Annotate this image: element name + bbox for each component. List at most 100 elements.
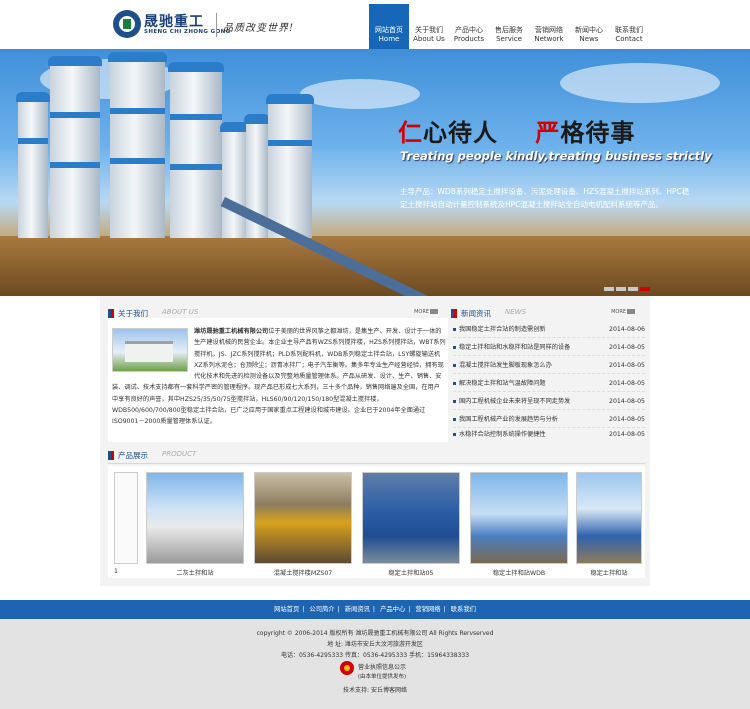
company-name: 潍坊晟驰重工机械有限公司 [194, 328, 269, 335]
main-content: 关于我们 ABOUT US MORE 潍坊晟驰重工机械有限公司位于美丽的世界风筝… [100, 296, 650, 586]
products-title-en: PRODUCT [162, 450, 197, 458]
banner-headline-en: Treating people kindly,treating business… [400, 149, 712, 163]
nav-label-cn: 新闻中心 [575, 26, 603, 34]
nav-label-cn: 网站首页 [375, 26, 403, 34]
nav-label-cn: 关于我们 [415, 26, 443, 34]
news-item-date: 2014-08-06 [609, 326, 645, 333]
nav-about[interactable]: 关于我们 About Us [409, 4, 449, 49]
banner-headline: 仁心待人 严格待事 [398, 113, 635, 148]
carousel-dot[interactable] [604, 287, 614, 291]
news-list: 我国稳定土拌合站的制造需创新 2014-08-06 稳定土拌和站和水稳拌和站是同样… [451, 318, 645, 442]
nav-label-cn: 产品中心 [455, 26, 483, 34]
headline-char: 仁 [398, 118, 423, 147]
product-image [362, 472, 460, 564]
address: 地 址: 潍坊市安丘大汶河旅游开发区 [327, 641, 423, 648]
arrow-icon [627, 309, 635, 314]
bullet-icon [453, 399, 456, 403]
silo-illustration [168, 62, 224, 238]
news-item[interactable]: 混凝土搅拌站发生脚板现象怎么办 2014-08-05 [453, 357, 645, 374]
footer-link-news[interactable]: 新闻资讯 [345, 606, 370, 613]
nav-network[interactable]: 营销网络 Network [529, 4, 569, 49]
product-caption: 1 [114, 568, 118, 575]
nav-label-cn: 营销网络 [535, 26, 563, 34]
product-caption: 稳定土拌和站 [590, 570, 628, 577]
carousel-dot-active[interactable] [640, 287, 650, 291]
products-section-header: 产品展示 PRODUCT [108, 446, 645, 464]
news-item-date: 2014-08-05 [609, 362, 645, 369]
carousel-dot[interactable] [628, 287, 638, 291]
nav-products[interactable]: 产品中心 Products [449, 4, 489, 49]
news-item-date: 2014-08-05 [609, 431, 645, 438]
news-item-date: 2014-08-05 [609, 398, 645, 405]
footer-link-contact[interactable]: 联系我们 [451, 606, 476, 613]
nav-label-cn: 联系我们 [615, 26, 643, 34]
news-item[interactable]: 水稳拌合站控制系统操作便捷性 2014-08-05 [453, 426, 645, 443]
cloud [560, 63, 720, 103]
product-carousel: 1 二灰土拌和站 混凝土搅拌楼MZS07 稳定土拌和站05 稳定土拌和站WDB … [108, 466, 645, 578]
news-item[interactable]: 国内工程机械企业未来将呈现不同走势发 2014-08-05 [453, 393, 645, 410]
news-item-title: 混凝土搅拌站发生脚板现象怎么办 [459, 362, 552, 369]
product-card[interactable]: 二灰土拌和站 [146, 472, 244, 577]
carousel-dot[interactable] [616, 287, 626, 291]
news-item-date: 2014-08-05 [609, 416, 645, 423]
about-title-en: ABOUT US [162, 308, 199, 316]
about-more-link[interactable]: MORE [414, 309, 438, 315]
bullet-icon [453, 417, 456, 421]
footer-link-home[interactable]: 网站首页 [274, 606, 299, 613]
section-marker [454, 309, 457, 318]
product-card[interactable]: 稳定土拌和站 [576, 472, 642, 577]
product-card[interactable]: 混凝土搅拌楼MZS07 [254, 472, 352, 577]
product-caption: 混凝土搅拌楼MZS07 [273, 570, 333, 577]
product-card[interactable]: 稳定土拌和站WDB [470, 472, 568, 577]
nav-label-en: Network [534, 35, 564, 43]
arrow-icon [430, 309, 438, 314]
about-text: 潍坊晟驰重工机械有限公司位于美丽的世界风筝之都潍坊，是集生产、开发、设计于一体的… [112, 326, 446, 428]
footer-link-products[interactable]: 产品中心 [380, 606, 405, 613]
news-item-title: 解决稳定土拌和站气温故障问题 [459, 380, 546, 387]
product-caption: 稳定土拌和站05 [388, 570, 434, 577]
product-caption: 二灰土拌和站 [176, 570, 214, 577]
nav-service[interactable]: 售后服务 Service [489, 4, 529, 49]
news-more-link[interactable]: MORE [611, 309, 635, 315]
product-image [576, 472, 642, 564]
silo-illustration [220, 122, 250, 238]
license-note: (由本单位提供发布) [357, 674, 407, 680]
nav-contact[interactable]: 联系我们 Contact [609, 4, 649, 49]
logo-divider [216, 13, 217, 37]
news-item-date: 2014-08-05 [609, 380, 645, 387]
product-image [254, 472, 352, 564]
nav-label-en: Home [378, 35, 400, 43]
logo-name-en: SHENG CHI ZHONG GONG [144, 29, 231, 35]
nav-label-en: News [579, 35, 599, 43]
products-title: 产品展示 [118, 451, 148, 460]
main-nav: 网站首页 Home 关于我们 About Us 产品中心 Products 售后服务 S… [369, 4, 649, 49]
nav-label-en: Service [496, 35, 522, 43]
news-item-title: 我国稳定土拌合站的制造需创新 [459, 326, 546, 333]
bullet-icon [453, 432, 456, 436]
bullet-icon [453, 327, 456, 331]
nav-home[interactable]: 网站首页 Home [369, 4, 409, 49]
news-item-title: 我国工程机械产业的发展趋势与分析 [459, 416, 558, 423]
banner-description: 主导产品：WDB系列稳定土搅拌设备、污泥处理设备、HZS混凝土搅拌站系列、HPC… [400, 187, 690, 209]
news-item[interactable]: 我国稳定土拌合站的制造需创新 2014-08-06 [453, 321, 645, 338]
product-card[interactable]: 1 [114, 472, 138, 576]
slogan: 品质改变世界! [223, 23, 295, 34]
headline-char: 严 [535, 118, 561, 147]
silo-illustration [266, 94, 314, 238]
news-item-title: 水稳拌合站控制系统操作便捷性 [459, 431, 546, 438]
nav-news[interactable]: 新闻中心 News [569, 4, 609, 49]
footer-nav: 网站首页 | 公司简介 | 新闻资讯 | 产品中心 | 营销网络 | 联系我们 [0, 600, 750, 619]
bullet-icon [453, 345, 456, 349]
license-link[interactable]: 营业执照信息公示 [0, 662, 750, 671]
carousel-indicators [604, 287, 650, 291]
footer-link-about[interactable]: 公司简介 [309, 606, 334, 613]
news-item[interactable]: 解决稳定土拌和站气温故障问题 2014-08-05 [453, 375, 645, 392]
hero-banner[interactable]: 仁心待人 严格待事 Treating people kindly,treatin… [0, 49, 750, 296]
product-card[interactable]: 稳定土拌和站05 [362, 472, 460, 577]
logo[interactable]: 晟驰重工 SHENG CHI ZHONG GONG 品质改变世界! [113, 10, 313, 44]
news-item-date: 2014-08-05 [609, 344, 645, 351]
news-item[interactable]: 稳定土拌和站和水稳拌和站是同样的设备 2014-08-05 [453, 339, 645, 356]
about-box: 潍坊晟驰重工机械有限公司位于美丽的世界风筝之都潍坊，是集生产、开发、设计于一体的… [108, 318, 448, 442]
section-marker [111, 309, 114, 318]
footer-link-network[interactable]: 营销网络 [415, 606, 440, 613]
